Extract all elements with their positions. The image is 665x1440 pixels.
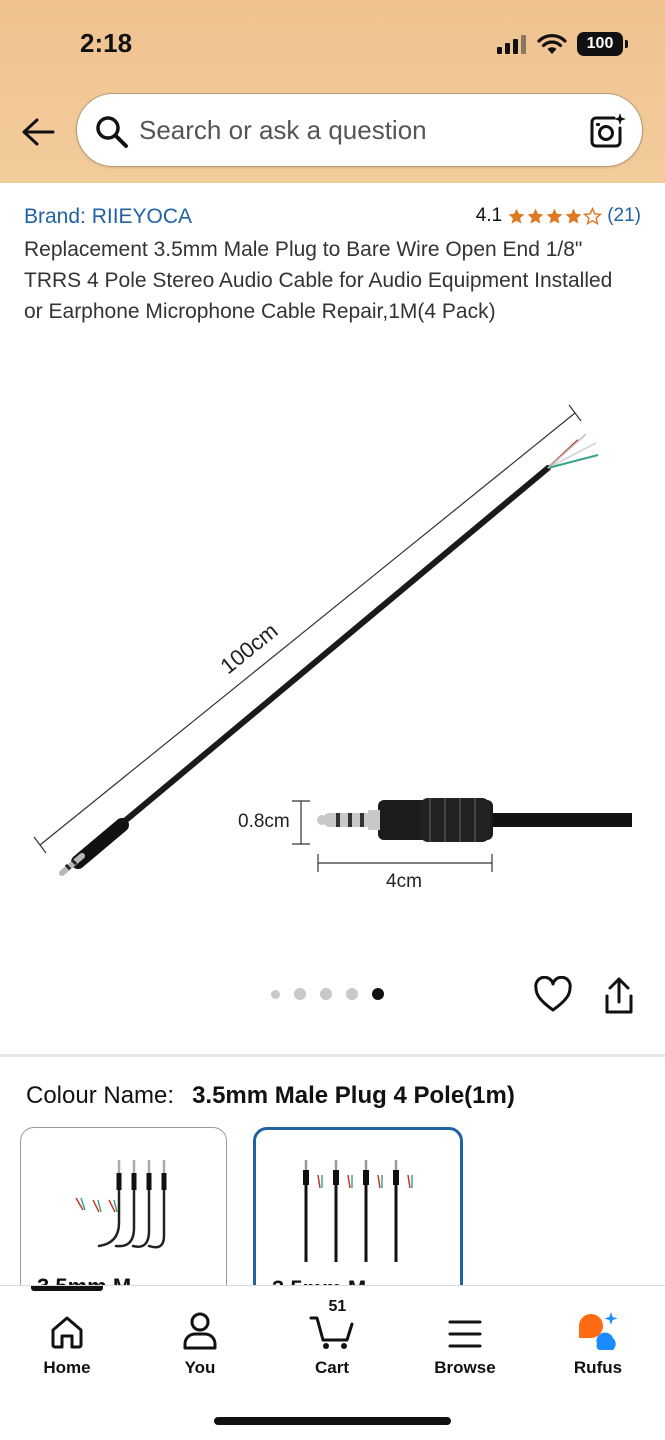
- battery-indicator: 100: [577, 32, 628, 56]
- home-indicator[interactable]: [214, 1417, 451, 1425]
- share-icon: [605, 977, 633, 1014]
- colour-value: 3.5mm Male Plug 4 Pole(1m): [192, 1082, 515, 1109]
- carousel-dot-active[interactable]: [372, 988, 384, 1000]
- wishlist-button[interactable]: [533, 975, 573, 1016]
- length-dimension-line: [33, 404, 582, 854]
- diameter-dimension-line: [292, 800, 310, 845]
- product-title: Replacement 3.5mm Male Plug to Bare Wire…: [24, 238, 613, 323]
- diameter-label: 0.8cm: [238, 811, 290, 832]
- nav-item-you[interactable]: You: [150, 1304, 250, 1378]
- review-count[interactable]: (21): [607, 205, 641, 227]
- search-icon: [96, 116, 128, 148]
- star-full-icon: [546, 208, 563, 224]
- carousel-dot[interactable]: [294, 988, 306, 1000]
- signal-icon: [497, 35, 526, 54]
- heart-icon: [534, 975, 572, 1012]
- cart-count-badge: 51: [328, 1298, 347, 1315]
- product-image[interactable]: 100cm 0.8cm 4cm: [0, 370, 665, 960]
- nav-item-home[interactable]: Home: [17, 1304, 117, 1378]
- nav-active-indicator: [31, 1286, 103, 1291]
- cart-icon: [309, 1316, 354, 1349]
- wifi-icon: [537, 34, 567, 54]
- star-full-icon: [508, 208, 525, 224]
- home-icon: [51, 1316, 83, 1349]
- nav-label: Home: [43, 1358, 91, 1377]
- search-input[interactable]: [139, 110, 559, 150]
- arrow-left-icon: [22, 118, 55, 146]
- nav-label: Cart: [314, 1358, 349, 1377]
- swatch-thumbnail: [303, 1160, 413, 1262]
- rufus-icon: [579, 1312, 618, 1350]
- rating-value: 4.1: [475, 205, 503, 226]
- star-rating: [507, 206, 603, 226]
- brand-link[interactable]: Brand: RIIEYOCA: [24, 205, 192, 229]
- search-bar[interactable]: [76, 93, 643, 167]
- carousel-dot[interactable]: [271, 989, 280, 999]
- star-full-icon: [565, 208, 582, 224]
- image-carousel-dots: [271, 988, 384, 1000]
- nav-item-rufus[interactable]: Rufus: [548, 1304, 648, 1378]
- star-full-icon: [527, 208, 544, 224]
- carousel-dot[interactable]: [320, 988, 332, 1000]
- menu-icon: [448, 1320, 482, 1348]
- nav-item-browse[interactable]: Browse: [415, 1304, 515, 1378]
- back-button[interactable]: [18, 112, 58, 152]
- share-button[interactable]: [602, 976, 638, 1016]
- nav-label: Rufus: [573, 1358, 623, 1377]
- app-header: 2:18 100: [0, 0, 665, 183]
- section-divider: [0, 1054, 665, 1057]
- camera-search-icon[interactable]: [588, 112, 626, 148]
- length-label: 100cm: [215, 618, 282, 679]
- swatch-thumbnail: [75, 1160, 167, 1249]
- status-icons: 100: [497, 32, 628, 56]
- plug-closeup: [317, 798, 632, 842]
- carousel-dot[interactable]: [346, 988, 358, 1000]
- plug-length-label: 4cm: [386, 871, 422, 892]
- status-time: 2:18: [80, 28, 133, 58]
- colour-selector-header: Colour Name: 3.5mm Male Plug 4 Pole(1m): [26, 1082, 515, 1110]
- plug-length-dimension-line: [317, 854, 493, 872]
- nav-label: Browse: [434, 1358, 496, 1377]
- star-empty-icon: [583, 206, 603, 225]
- product-page: 2:18 100 Search or ask a question Brand:…: [0, 0, 665, 1440]
- nav-item-cart[interactable]: 51 Cart: [282, 1298, 382, 1378]
- colour-label: Colour Name:: [26, 1082, 175, 1109]
- rating-summary[interactable]: 4.1 (21): [476, 205, 641, 227]
- nav-label: You: [184, 1358, 216, 1377]
- person-icon: [183, 1312, 217, 1350]
- cable-illustration: [59, 433, 599, 876]
